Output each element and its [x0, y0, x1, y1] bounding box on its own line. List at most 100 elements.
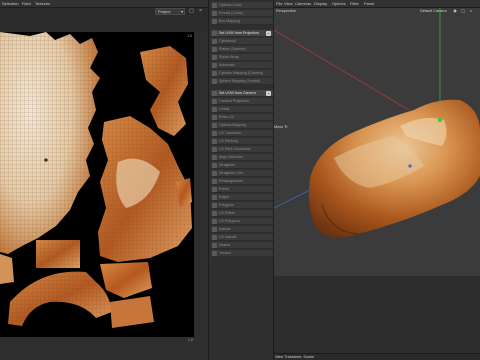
command-icon	[212, 163, 217, 168]
command-label: Optimal Mapping	[219, 123, 247, 127]
panel-command-item[interactable]: Straighten UVs	[211, 170, 273, 177]
panel-section-header[interactable]: Set UVW from Projection +	[211, 30, 273, 37]
gizmo-z-handle	[408, 164, 412, 168]
menu-cameras[interactable]: Cameras	[295, 0, 311, 8]
command-label: Islands	[219, 227, 231, 231]
add-icon[interactable]: +	[266, 91, 271, 96]
menu-display[interactable]: Display	[314, 0, 327, 8]
uv-canvas[interactable]: 1.0	[0, 32, 194, 337]
command-icon	[212, 123, 217, 128]
panel-command-item[interactable]: Align Selection	[211, 154, 273, 161]
command-icon	[212, 219, 217, 224]
uv-corner-top-right: 1.0	[187, 34, 192, 38]
command-label: Set UVW from Projection	[219, 31, 259, 35]
panel-command-item[interactable]: Shrink Wrap	[211, 54, 273, 61]
command-icon	[212, 171, 217, 176]
command-icon	[212, 243, 217, 248]
menu-panel[interactable]: Panel	[364, 0, 374, 8]
command-label: Automatic	[219, 63, 235, 67]
uv-island-main[interactable]	[0, 32, 100, 254]
menu-options[interactable]: Options	[332, 0, 346, 8]
command-icon	[212, 187, 217, 192]
uv-island-bottom-right[interactable]	[100, 262, 154, 328]
app-window: Selection Field Textures File View Camer…	[0, 0, 480, 360]
panel-command-item[interactable]: Camera Projection	[211, 98, 273, 105]
panel-command-item[interactable]: Seams	[211, 242, 273, 249]
menu-file[interactable]: File	[276, 0, 282, 8]
command-label: UV Packing	[219, 139, 238, 143]
panel-command-item[interactable]: UV Transform	[211, 130, 273, 137]
panel-command-item[interactable]: Planar (Camera)	[211, 46, 273, 53]
command-label: UV Polygons	[219, 219, 240, 223]
menu-field[interactable]: Field	[22, 0, 31, 8]
panel-command-item[interactable]: UV Islands	[211, 234, 273, 241]
command-icon	[212, 39, 217, 44]
menu-selection[interactable]: Selection	[2, 0, 18, 8]
panel-command-item[interactable]: Cylinder Mapping (Camera)	[211, 70, 273, 77]
command-icon	[212, 55, 217, 60]
command-icon	[212, 71, 217, 76]
panel-command-item[interactable]: Relax UV	[211, 114, 273, 121]
panel-command-item[interactable]: Optimal Mapping	[211, 122, 273, 129]
uv-island-small-square[interactable]	[36, 240, 80, 268]
panel-command-item[interactable]: Frontal (Cubic)	[211, 10, 273, 17]
menu-view[interactable]: View	[284, 0, 293, 8]
command-label: UV Pack Geometric	[219, 147, 251, 151]
viewport-scene-svg	[274, 8, 480, 238]
panel-section-header[interactable]: Set UVW from Camera +	[211, 90, 273, 97]
uv-island-edge-left[interactable]	[0, 254, 14, 284]
viewport[interactable]: Perspective Default Camera ◉ ▢ × Move ↻	[274, 8, 480, 360]
command-label: Frontal (Cubic)	[219, 11, 243, 15]
command-icon	[212, 139, 217, 144]
panel-command-item[interactable]: Rectangularize	[211, 178, 273, 185]
uv-corner-bottom-right: 1.0	[188, 338, 193, 342]
command-label: UV Points	[219, 211, 235, 215]
uv-commands-panel: Optimal Cubic Frontal (Cubic) Box Mapping S…	[208, 0, 274, 360]
command-icon	[212, 31, 217, 36]
panel-command-item[interactable]: Sphere Mapping (Frontal)	[211, 78, 273, 85]
command-label: Relax UV	[219, 115, 235, 119]
command-icon	[212, 155, 217, 160]
chevron-down-icon: ▾	[180, 9, 183, 14]
panel-command-item[interactable]: Cylindrical	[211, 38, 273, 45]
command-icon	[212, 99, 217, 104]
project-dropdown-value: Project	[158, 9, 171, 14]
gizmo-y-handle	[438, 118, 442, 122]
panel-command-item[interactable]: Islands	[211, 226, 273, 233]
command-label: Align Selection	[219, 155, 243, 159]
command-icon	[212, 195, 217, 200]
viewport-statusbar: View Transform: Scene	[274, 353, 480, 360]
command-label: Edges	[219, 195, 230, 199]
panel-command-item[interactable]: Polygons	[211, 202, 273, 209]
close-icon[interactable]: ×	[197, 8, 204, 15]
panel-command-item[interactable]: Box Mapping	[211, 18, 273, 25]
menu-filter[interactable]: Filter	[350, 0, 359, 8]
uv-editor-pane: Project ▾ ▢ × 1.0 1.0	[0, 8, 208, 360]
command-label: Straighten UVs	[219, 171, 244, 175]
panel-command-item[interactable]: Edges	[211, 194, 273, 201]
panel-command-item[interactable]: UV Polygons	[211, 218, 273, 225]
command-label: Unfold	[219, 107, 230, 111]
panel-command-item[interactable]: Terrace	[211, 250, 273, 257]
panel-command-item[interactable]: Optimal Cubic	[211, 2, 273, 9]
panel-command-item[interactable]: UV Points	[211, 210, 273, 217]
command-icon	[212, 179, 217, 184]
panel-command-item[interactable]: Points	[211, 186, 273, 193]
uv-editor-header: Project ▾ ▢ ×	[0, 8, 208, 32]
panel-command-item[interactable]: UV Packing	[211, 138, 273, 145]
panel-command-item[interactable]: Straighten	[211, 162, 273, 169]
bread-model[interactable]	[309, 99, 480, 238]
project-dropdown[interactable]: Project ▾	[155, 8, 185, 15]
command-label: Sphere Mapping (Frontal)	[219, 79, 260, 83]
command-label: Camera Projection	[219, 99, 249, 103]
command-icon	[212, 11, 217, 16]
panel-command-item[interactable]: Unfold	[211, 106, 273, 113]
maximize-icon[interactable]: ▢	[188, 8, 195, 15]
add-icon[interactable]: +	[266, 31, 271, 36]
panel-command-item[interactable]: Automatic	[211, 62, 273, 69]
uv-island-right-top[interactable]	[140, 46, 188, 136]
panel-command-item[interactable]: UV Pack Geometric	[211, 146, 273, 153]
menu-textures[interactable]: Textures	[35, 0, 50, 8]
uv-island-bottom-arc[interactable]	[8, 271, 112, 326]
command-icon	[212, 115, 217, 120]
